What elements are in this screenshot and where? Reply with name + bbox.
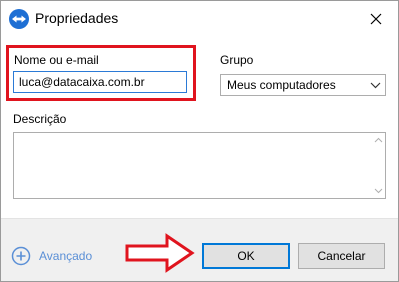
name-email-input[interactable]: luca@datacaixa.com.br — [13, 71, 187, 93]
scroll-up-icon[interactable] — [374, 137, 383, 143]
plus-circle-icon — [11, 246, 31, 266]
advanced-label: Avançado — [39, 249, 93, 263]
title-bar: Propriedades — [1, 1, 398, 37]
description-textarea[interactable] — [13, 132, 386, 199]
dialog-title: Propriedades — [35, 10, 119, 26]
group-select-value: Meus computadores — [227, 78, 336, 92]
scroll-down-icon[interactable] — [374, 188, 383, 194]
name-label: Nome ou e-mail — [14, 53, 99, 67]
close-button[interactable] — [354, 1, 398, 37]
dialog-footer: Avançado OK Cancelar — [1, 218, 398, 281]
ok-button[interactable]: OK — [202, 243, 290, 269]
close-icon[interactable] — [370, 13, 382, 25]
properties-dialog: Propriedades Nome ou e-mail luca@datacai… — [0, 0, 399, 282]
description-label: Descrição — [13, 112, 67, 126]
group-select[interactable]: Meus computadores — [220, 74, 386, 96]
advanced-link[interactable]: Avançado — [11, 246, 92, 266]
chevron-down-icon — [370, 82, 381, 89]
teamviewer-logo-icon — [9, 9, 29, 29]
arrow-right-icon — [125, 233, 195, 273]
cancel-button[interactable]: Cancelar — [298, 243, 385, 269]
group-label: Grupo — [220, 53, 254, 67]
